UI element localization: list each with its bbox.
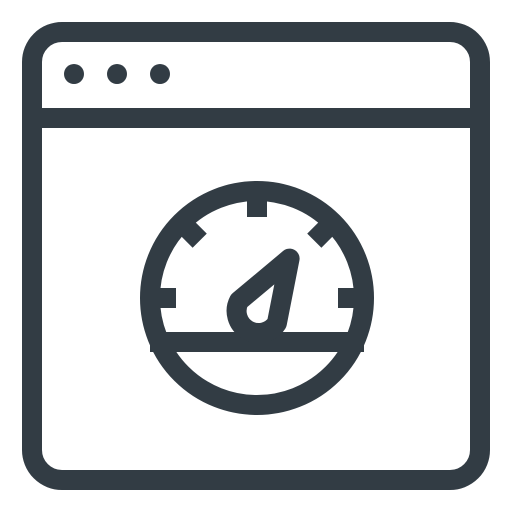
speed-gauge-icon	[140, 181, 374, 415]
window-control-dot-1	[64, 64, 84, 84]
icon-canvas	[0, 0, 512, 512]
gauge-needle-icon	[226, 248, 300, 343]
gauge-tick-4	[307, 219, 336, 248]
browser-window-speed-gauge-icon	[22, 22, 490, 490]
window-control-dot-2	[107, 64, 127, 84]
window-control-dot-3	[150, 64, 170, 84]
gauge-tick-2	[178, 219, 207, 248]
